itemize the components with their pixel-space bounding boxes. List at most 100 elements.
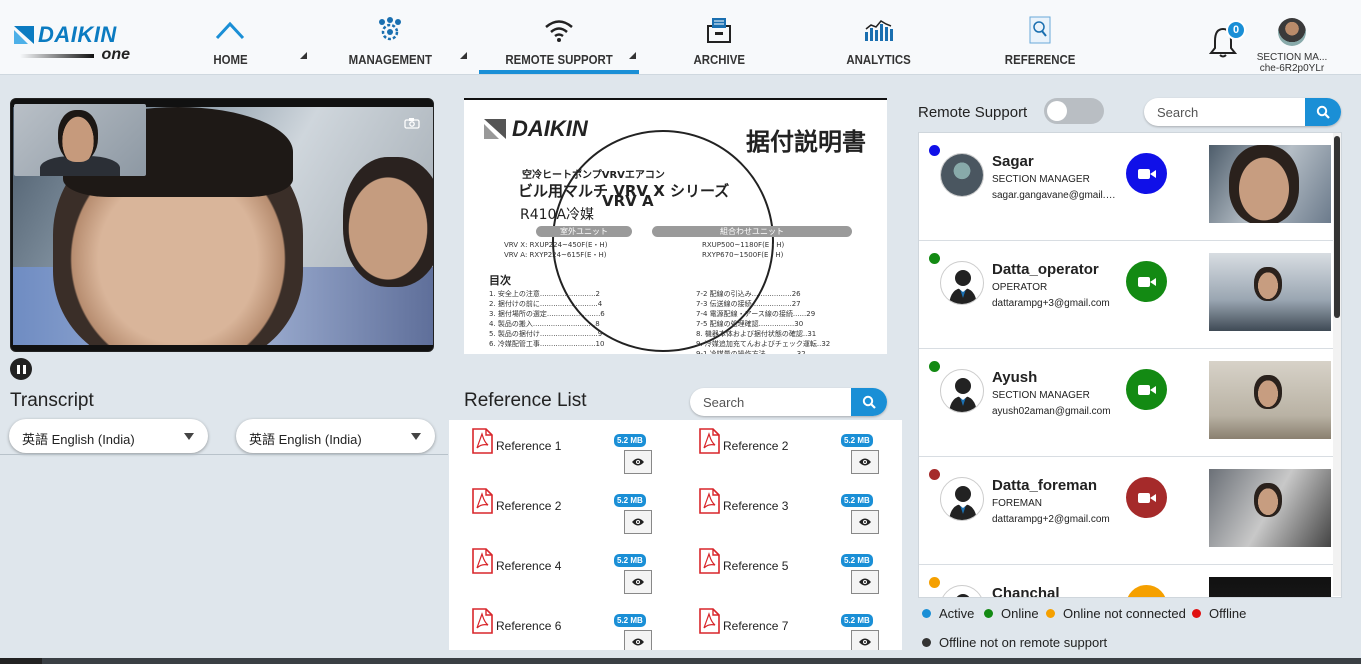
user-search-input[interactable] — [1144, 98, 1305, 126]
user-role: OPERATOR — [992, 282, 1048, 293]
reference-name[interactable]: Reference 4 — [496, 559, 561, 573]
reference-item[interactable]: Reference 2 5.2 MB — [449, 482, 664, 538]
eye-icon — [859, 638, 871, 646]
user-card[interactable]: Ayush SECTION MANAGER ayush02aman@gmail.co… — [919, 349, 1333, 457]
reference-item[interactable]: Reference 2 5.2 MB — [676, 422, 891, 478]
user-video-thumbnail[interactable] — [1209, 145, 1331, 223]
video-call-button[interactable] — [1126, 585, 1167, 597]
video-call-button[interactable] — [1126, 369, 1167, 410]
view-reference-button[interactable] — [624, 630, 652, 650]
user-email: sagar.gangavane@gmail.com — [992, 190, 1120, 201]
file-size-badge: 5.2 MB — [614, 554, 646, 567]
user-avatar[interactable] — [1278, 18, 1306, 46]
legend-dot — [922, 638, 931, 647]
eye-icon — [859, 458, 871, 466]
reference-name[interactable]: Reference 5 — [723, 559, 788, 573]
eye-icon — [632, 458, 644, 466]
nav-analytics[interactable]: ANALYTICS — [799, 0, 959, 75]
reference-item[interactable]: Reference 5 5.2 MB — [676, 542, 891, 598]
eye-icon — [632, 638, 644, 646]
legend-dot — [1192, 609, 1201, 618]
nav-archive[interactable]: ARCHIVE — [639, 0, 799, 75]
wifi-icon — [545, 20, 573, 42]
home-chevron-icon — [215, 21, 245, 40]
user-card[interactable]: Sagar SECTION MANAGER sagar.gangavane@gmai… — [919, 133, 1333, 241]
file-size-badge: 5.2 MB — [614, 434, 646, 447]
user-card[interactable]: Datta_foreman FOREMAN dattarampg+2@gmail.c… — [919, 457, 1333, 565]
user-video-thumbnail[interactable] — [1209, 469, 1331, 547]
user-card[interactable]: Datta_operator OPERATOR dattarampg+3@gmail… — [919, 241, 1333, 349]
pause-icon-bar — [16, 364, 20, 374]
reference-name[interactable]: Reference 7 — [723, 619, 788, 633]
reference-name[interactable]: Reference 2 — [723, 439, 788, 453]
view-reference-button[interactable] — [851, 450, 879, 474]
reference-search — [690, 388, 887, 416]
reference-name[interactable]: Reference 3 — [723, 499, 788, 513]
file-size-badge: 5.2 MB — [841, 434, 873, 447]
reference-name[interactable]: Reference 6 — [496, 619, 561, 633]
legend-label: Offline — [1209, 606, 1247, 621]
archive-caret-icon[interactable] — [629, 52, 636, 59]
view-reference-button[interactable] — [624, 510, 652, 534]
pause-button[interactable] — [10, 358, 32, 380]
user-email: dattarampg+2@gmail.com — [992, 514, 1110, 525]
pdf-icon — [698, 548, 720, 579]
self-video-pip[interactable] — [14, 104, 146, 176]
user-video-thumbnail[interactable] — [1209, 253, 1331, 331]
video-call-button[interactable] — [1126, 261, 1167, 302]
remote-support-caret-icon[interactable] — [460, 52, 467, 59]
user-video-thumbnail[interactable] — [1209, 361, 1331, 439]
nav-home[interactable]: HOME — [150, 0, 310, 75]
view-reference-button[interactable] — [851, 630, 879, 650]
daikin-one-logo[interactable]: DAIKIN one — [14, 22, 134, 66]
nav-label: ARCHIVE — [693, 52, 745, 67]
view-reference-button[interactable] — [851, 510, 879, 534]
video-call-button[interactable] — [1126, 477, 1167, 518]
reference-search-button[interactable] — [851, 388, 887, 416]
management-caret-icon[interactable] — [300, 52, 307, 59]
user-card[interactable]: Chanchal — [919, 565, 1333, 597]
view-reference-button[interactable] — [624, 450, 652, 474]
user-info[interactable]: SECTION MA... che-6R2p0YLr — [1252, 52, 1332, 74]
reference-item[interactable]: Reference 4 5.2 MB — [449, 542, 664, 598]
user-name: Sagar — [992, 153, 1034, 170]
nav-reference[interactable]: REFERENCE — [960, 0, 1120, 75]
reference-name[interactable]: Reference 2 — [496, 499, 561, 513]
view-reference-button[interactable] — [624, 570, 652, 594]
user-search-button[interactable] — [1305, 98, 1341, 126]
nav-label: REMOTE SUPPORT — [505, 52, 613, 67]
user-name: Ayush — [992, 369, 1038, 386]
reference-item[interactable]: Reference 6 5.2 MB — [449, 602, 664, 650]
user-role: FOREMAN — [992, 498, 1042, 509]
reference-item[interactable]: Reference 3 5.2 MB — [676, 482, 891, 538]
shared-document-viewer[interactable]: DAIKIN 据付説明書 空冷ヒートポンプVRVエアコン ビル用マルチ VRV … — [464, 98, 887, 354]
archive-icon — [707, 18, 731, 43]
reference-item[interactable]: Reference 1 5.2 MB — [449, 422, 664, 478]
brand-sub: one — [101, 46, 130, 63]
status-dot — [929, 361, 940, 372]
gear-users-icon — [379, 17, 401, 41]
user-list-scrollbar-thumb[interactable] — [1334, 136, 1340, 318]
legend-item: Online — [984, 606, 1039, 621]
view-reference-button[interactable] — [851, 570, 879, 594]
remote-support-toggle[interactable] — [1044, 98, 1104, 124]
snapshot-camera-button[interactable] — [404, 116, 420, 134]
user-video-thumbnail[interactable] — [1209, 577, 1331, 597]
video-call-button[interactable] — [1126, 153, 1167, 194]
remote-support-label: Remote Support — [918, 104, 1028, 121]
reference-search-input[interactable] — [690, 388, 851, 416]
source-language-select[interactable]: 英語 English (India) — [9, 419, 208, 453]
nav-remote-support[interactable]: REMOTE SUPPORT — [479, 0, 639, 75]
dropdown-arrow-icon — [411, 433, 421, 440]
target-language-select[interactable]: 英語 English (India) — [236, 419, 435, 453]
reference-name[interactable]: Reference 1 — [496, 439, 561, 453]
eye-icon — [632, 578, 644, 586]
analytics-chart-icon — [865, 20, 893, 41]
notifications-button[interactable]: 0 — [1208, 20, 1246, 60]
nav-label: ANALYTICS — [846, 52, 912, 67]
nav-management[interactable]: MANAGEMENT — [310, 0, 470, 75]
document-pill-right: 組合わせユニット — [652, 226, 852, 237]
user-email: ayush02aman@gmail.com — [992, 406, 1111, 417]
reference-item[interactable]: Reference 7 5.2 MB — [676, 602, 891, 650]
document-line1: 空冷ヒートポンプVRVエアコン — [522, 170, 665, 181]
